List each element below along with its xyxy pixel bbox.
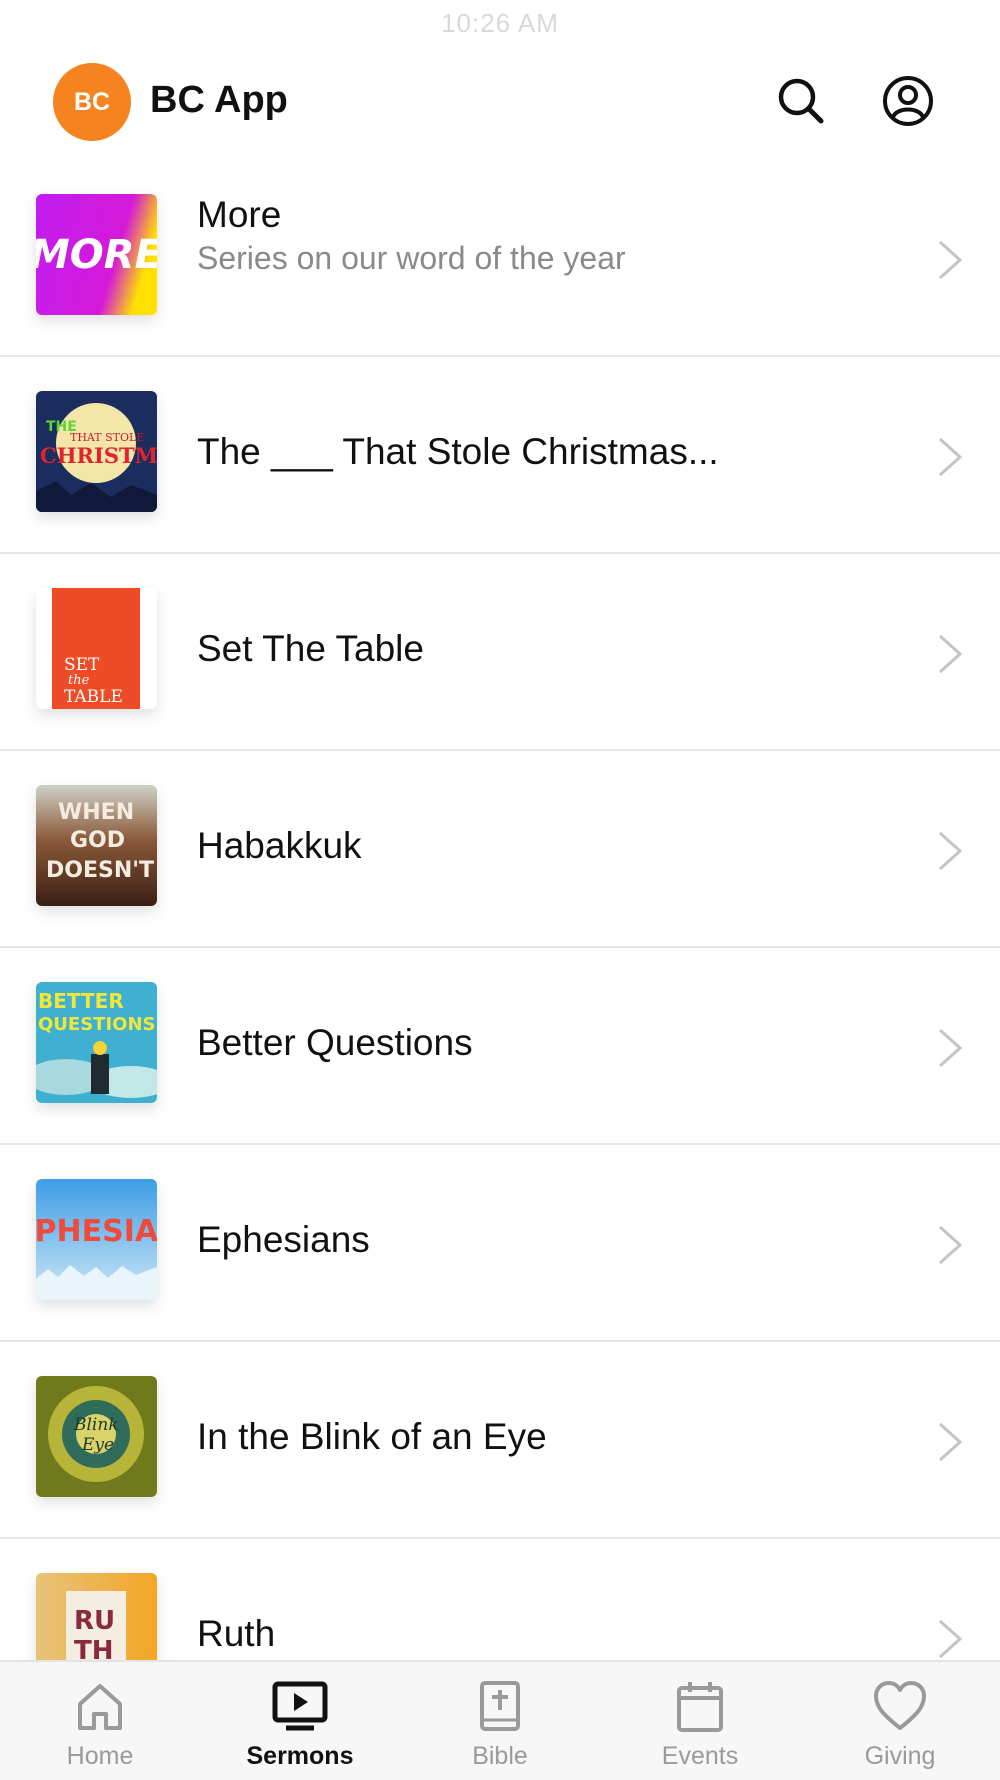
svg-text:DOESN'T: DOESN'T (46, 858, 154, 883)
chevron-right-icon (936, 435, 964, 479)
svg-text:the: the (68, 673, 90, 688)
tab-label: Bible (472, 1742, 528, 1770)
series-row-ephesians[interactable]: EPHESIANS Ephesians (0, 1145, 1000, 1342)
tab-events[interactable]: Events (600, 1662, 800, 1780)
series-row-habakkuk[interactable]: WHEN GOD DOESN'T Habakkuk (0, 751, 1000, 948)
svg-text:BETTER: BETTER (38, 989, 124, 1013)
series-row-better-questions[interactable]: BETTER QUESTIONS Better Questions (0, 948, 1000, 1145)
tab-label: Home (66, 1742, 134, 1770)
chevron-right-icon (936, 1223, 964, 1267)
home-icon (72, 1680, 128, 1734)
series-title: More (197, 194, 282, 235)
svg-text:SET: SET (64, 655, 100, 675)
series-row-more[interactable]: MORE More Series on our word of the year (0, 160, 1000, 357)
svg-text:WHEN: WHEN (58, 800, 134, 825)
bottom-tab-bar: Home Sermons Bible Events Giving (0, 1660, 1000, 1780)
chevron-right-icon (936, 632, 964, 676)
tab-home[interactable]: Home (0, 1662, 200, 1780)
tab-bible[interactable]: Bible (400, 1662, 600, 1780)
search-button[interactable] (774, 74, 828, 128)
svg-text:EPHESIANS: EPHESIANS (36, 1214, 157, 1249)
svg-text:TABLE: TABLE (64, 687, 123, 707)
series-title: Ruth (197, 1613, 276, 1654)
series-artwork: BETTER QUESTIONS (36, 982, 157, 1103)
tv-play-icon (272, 1680, 328, 1734)
series-artwork: RU TH (36, 1573, 157, 1660)
sermon-series-list: MORE More Series on our word of the year… (0, 160, 1000, 1660)
svg-text:QUESTIONS: QUESTIONS (38, 1014, 155, 1035)
svg-text:GOD: GOD (70, 828, 125, 853)
series-artwork: MORE (36, 194, 157, 315)
chevron-right-icon (936, 238, 964, 282)
svg-text:MORE: MORE (36, 232, 157, 278)
series-artwork: EPHESIANS (36, 1179, 157, 1300)
bible-icon (472, 1680, 528, 1734)
app-title: BC App (150, 79, 288, 121)
tab-label: Giving (864, 1742, 936, 1770)
series-artwork: WHEN GOD DOESN'T (36, 785, 157, 906)
series-title: Ephesians (197, 1219, 370, 1260)
tab-giving[interactable]: Giving (800, 1662, 1000, 1780)
svg-text:CHRISTMAS: CHRISTMAS (40, 443, 157, 468)
chevron-right-icon (936, 1420, 964, 1464)
tab-label: Events (661, 1742, 739, 1770)
chevron-right-icon (936, 1026, 964, 1070)
profile-button[interactable] (881, 74, 935, 128)
series-title: In the Blink of an Eye (197, 1416, 547, 1457)
series-row-blink-of-an-eye[interactable]: Blink Eye In the Blink of an Eye (0, 1342, 1000, 1539)
heart-icon (872, 1680, 928, 1734)
series-title: Set The Table (197, 628, 424, 669)
series-artwork: SET the TABLE (36, 588, 157, 709)
chevron-right-icon (936, 1617, 964, 1660)
svg-text:Eye: Eye (81, 1435, 114, 1455)
tab-label: Sermons (246, 1742, 354, 1770)
series-title: The ___ That Stole Christmas... (197, 431, 719, 472)
series-row-ruth[interactable]: RU TH Ruth (0, 1539, 1000, 1660)
series-row-stole-christmas[interactable]: THE THAT STOLE CHRISTMAS The ___ That St… (0, 357, 1000, 554)
series-title: Better Questions (197, 1022, 473, 1063)
series-artwork: THE THAT STOLE CHRISTMAS (36, 391, 157, 512)
chevron-right-icon (936, 829, 964, 873)
svg-text:Blink: Blink (73, 1415, 119, 1435)
status-time: 10:26 AM (441, 8, 559, 38)
app-logo-avatar[interactable]: BC (53, 63, 131, 141)
tab-sermons[interactable]: Sermons (200, 1662, 400, 1780)
series-subtitle: Series on our word of the year (197, 240, 626, 276)
series-artwork: Blink Eye (36, 1376, 157, 1497)
svg-text:TH: TH (74, 1636, 114, 1660)
series-title: Habakkuk (197, 825, 362, 866)
calendar-icon (672, 1680, 728, 1734)
user-circle-icon (883, 76, 933, 126)
series-row-set-the-table[interactable]: SET the TABLE Set The Table (0, 554, 1000, 751)
search-icon (778, 78, 824, 124)
svg-text:RU: RU (74, 1606, 115, 1636)
app-header: BC BC App (0, 60, 1000, 141)
